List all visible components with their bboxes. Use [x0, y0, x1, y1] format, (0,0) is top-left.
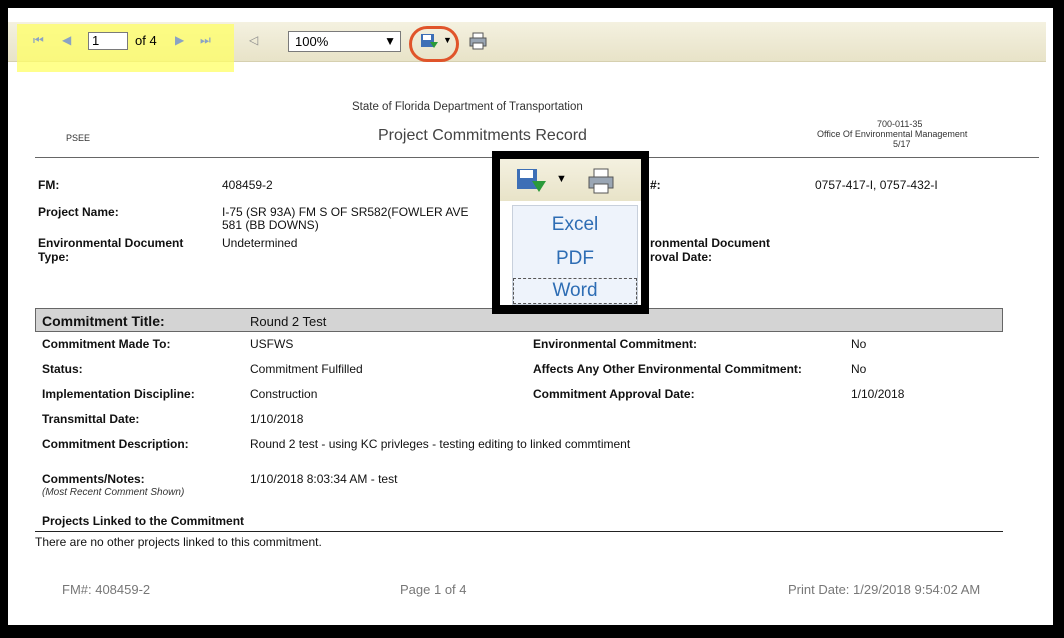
env-doc-type-label-line2: Type: [38, 250, 70, 264]
comments-label: Comments/Notes: [42, 472, 145, 486]
env-doc-type-label: Environmental Document [38, 236, 184, 250]
export-dropdown-caret[interactable]: ▼ [443, 35, 452, 45]
export-icon[interactable] [420, 33, 440, 51]
env-doc-approval-label-line2: roval Date: [650, 250, 713, 264]
last-page-icon[interactable]: ⏭ [200, 33, 211, 48]
export-menu-toolbar: ▼ [500, 159, 641, 201]
transmittal-label: Transmittal Date: [42, 412, 140, 426]
export-menu-panel: ▼ Excel PDF Word [500, 159, 641, 305]
back-icon[interactable]: ◁ [249, 33, 258, 47]
office-name: Office Of Environmental Management [817, 129, 968, 139]
form-left-code: PSEE [66, 133, 91, 143]
description-value: Round 2 test - using KC privleges - test… [250, 437, 631, 451]
linked-projects-heading: Projects Linked to the Commitment [42, 514, 245, 528]
made-to-label: Commitment Made To: [42, 337, 171, 351]
approval-date-label: Commitment Approval Date: [533, 387, 695, 401]
export-menu: Excel PDF Word [512, 205, 638, 305]
env-doc-approval-label: ronmental Document [650, 236, 771, 250]
affects-value: No [851, 362, 867, 376]
transmittal-value: 1/10/2018 [250, 412, 304, 426]
commitment-title-label: Commitment Title: [42, 313, 165, 329]
env-commitment-value: No [851, 337, 867, 351]
fap-value: 0757-417-I, 0757-432-I [815, 178, 938, 192]
env-commitment-label: Environmental Commitment: [533, 337, 698, 351]
description-label: Commitment Description: [42, 437, 189, 451]
status-label: Status: [42, 362, 83, 376]
page-total-label: of 4 [135, 33, 157, 48]
export-menu-callout: ▼ Excel PDF Word [492, 151, 649, 314]
print-icon[interactable] [469, 32, 487, 50]
print-icon[interactable] [588, 168, 614, 194]
prev-page-icon[interactable]: ◀ [62, 33, 71, 47]
first-page-icon[interactable]: ⏮ [33, 33, 44, 48]
approval-date-value: 1/10/2018 [851, 387, 905, 401]
zoom-select[interactable]: 100% ▼ [288, 31, 401, 52]
footer-page: Page 1 of 4 [400, 582, 467, 597]
form-date: 5/17 [893, 139, 911, 149]
chevron-down-icon: ▼ [384, 34, 396, 48]
discipline-value: Construction [250, 387, 318, 401]
env-doc-type-value: Undetermined [222, 236, 298, 250]
fm-label: FM: [38, 178, 60, 192]
export-icon[interactable] [516, 168, 548, 194]
discipline-label: Implementation Discipline: [42, 387, 195, 401]
project-name-value: I-75 (SR 93A) FM S OF SR582(FOWLER AVE [222, 205, 469, 219]
project-name-value-line2: 581 (BB DOWNS) [222, 218, 319, 232]
footer-print-date: Print Date: 1/29/2018 9:54:02 AM [788, 582, 981, 597]
form-number: 700-011-35 [877, 119, 923, 129]
export-menu-item-pdf[interactable]: PDF [513, 248, 637, 270]
next-page-icon[interactable]: ▶ [175, 33, 184, 47]
commitment-title-value: Round 2 Test [250, 314, 327, 329]
fm-value: 408459-2 [222, 178, 273, 192]
page-title: Project Commitments Record [378, 127, 587, 144]
comments-value: 1/10/2018 8:03:34 AM - test [250, 472, 398, 486]
export-menu-item-excel[interactable]: Excel [513, 214, 637, 236]
made-to-value: USFWS [250, 337, 294, 351]
export-dropdown-caret[interactable]: ▼ [556, 173, 567, 185]
linked-projects-text: There are no other projects linked to th… [35, 535, 322, 549]
status-value: Commitment Fulfilled [250, 362, 363, 376]
department-name: State of Florida Department of Transport… [352, 101, 583, 113]
linked-divider [35, 531, 1003, 532]
zoom-value: 100% [295, 34, 329, 49]
page-number-input[interactable]: 1 [88, 32, 128, 50]
project-name-label: Project Name: [38, 205, 119, 219]
export-menu-item-word[interactable]: Word [513, 278, 637, 304]
footer-fm: FM#: 408459-2 [62, 582, 151, 597]
affects-label: Affects Any Other Environmental Commitme… [533, 362, 802, 376]
comments-sublabel: (Most Recent Comment Shown) [42, 487, 185, 498]
fap-label: #: [650, 178, 661, 192]
